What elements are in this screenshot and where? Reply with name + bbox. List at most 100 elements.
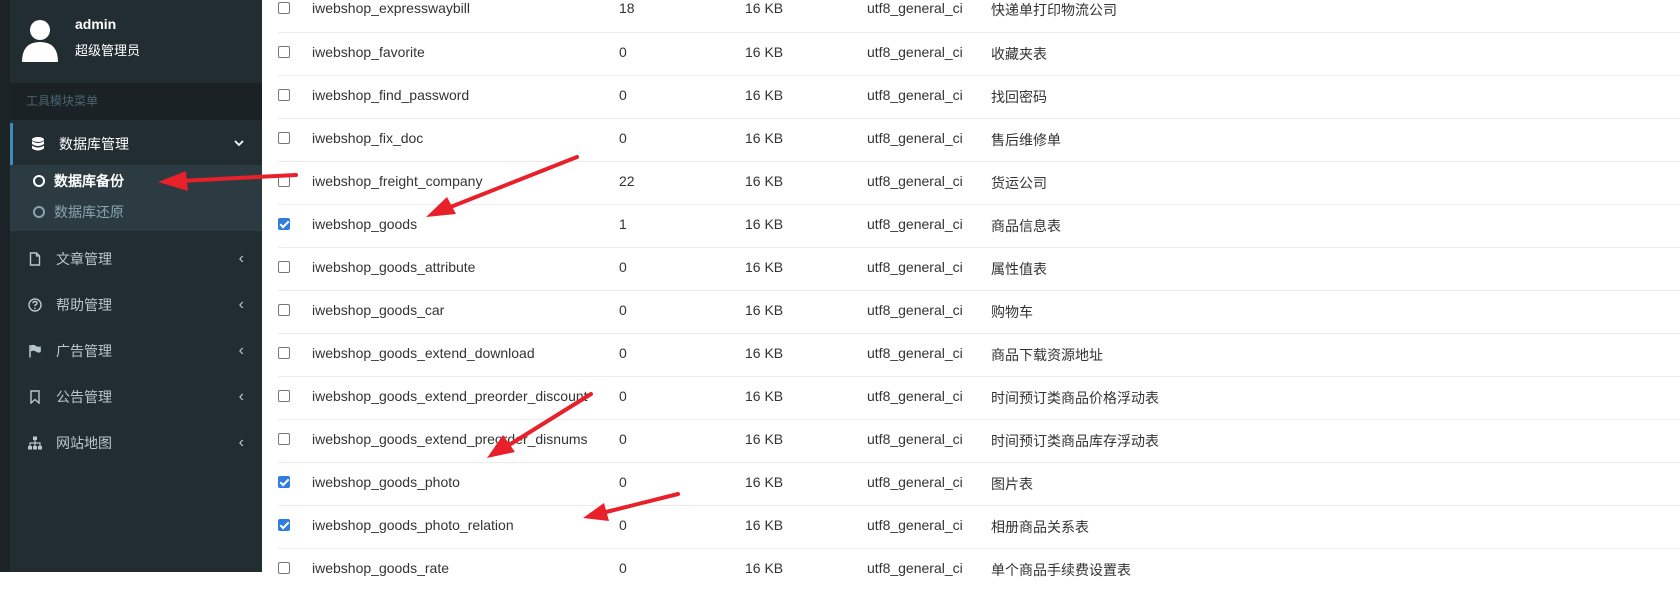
row-checkbox[interactable] (278, 132, 290, 144)
table-row: iwebshop_goods_extend_download 0 16 KB utf8… (278, 333, 1680, 374)
comment-cell: 商品信息表 (991, 218, 1061, 234)
table-size-cell: 16 KB (745, 302, 784, 318)
row-checkbox[interactable] (278, 304, 290, 316)
table-name-cell: iwebshop_expresswaybill (312, 0, 470, 16)
row-checkbox[interactable] (278, 390, 290, 402)
comment-cell: 相册商品关系表 (991, 519, 1089, 535)
collation-cell: utf8_general_ci (867, 302, 963, 318)
submenu-label: 数据库还原 (54, 204, 124, 220)
table-size-cell: 16 KB (745, 345, 784, 361)
row-count-cell: 1 (619, 216, 627, 232)
user-role: 超级管理员 (75, 43, 141, 58)
table-size-cell: 16 KB (745, 560, 784, 576)
table-row: iwebshop_goods_attribute 0 16 KB utf8_gener… (278, 247, 1680, 288)
table-name-cell: iwebshop_goods_extend_download (312, 345, 535, 361)
row-count-cell: 0 (619, 259, 627, 275)
comment-cell: 收藏夹表 (991, 46, 1047, 62)
sidebar-item-label: 帮助管理 (56, 297, 112, 313)
table-name-cell: iwebshop_fix_doc (312, 130, 424, 146)
row-count-cell: 0 (619, 345, 627, 361)
table-row: iwebshop_expresswaybill 18 16 KB utf8_gener… (278, 0, 1680, 29)
table-name-cell: iwebshop_goods_photo (312, 474, 460, 490)
database-submenu: 数据库备份 数据库还原 (10, 165, 262, 231)
row-checkbox[interactable] (278, 46, 290, 58)
row-checkbox[interactable] (278, 476, 290, 488)
sidebar-item-db-restore[interactable]: 数据库还原 (10, 196, 262, 228)
collation-cell: utf8_general_ci (867, 0, 963, 16)
collation-cell: utf8_general_ci (867, 173, 963, 189)
sidebar-item-notices[interactable]: 公告管理 ‹ (10, 376, 262, 418)
table-name-cell: iwebshop_goods_attribute (312, 259, 476, 275)
table-name-cell: iwebshop_favorite (312, 44, 425, 60)
table-row: iwebshop_find_password 0 16 KB utf8_general… (278, 75, 1680, 116)
table-row: iwebshop_fix_doc 0 16 KB utf8_general_ci 售后维… (278, 118, 1680, 159)
row-checkbox[interactable] (278, 218, 290, 230)
row-checkbox[interactable] (278, 2, 290, 14)
table-name-cell: iwebshop_find_password (312, 87, 470, 103)
chevron-left-icon: ‹ (238, 250, 244, 267)
table-size-cell: 16 KB (745, 388, 784, 404)
table-size-cell: 16 KB (745, 0, 784, 16)
table-name-cell: iwebshop_goods_extend_preorder_disnums (312, 431, 588, 447)
sidebar: admin 超级管理员 工具模块菜单 数据库管理 数据库备份 数据库还原 文章管… (10, 0, 262, 572)
sidebar-item-help[interactable]: 帮助管理 ‹ (10, 284, 262, 326)
table-name-cell: iwebshop_goods (312, 216, 418, 232)
row-count-cell: 0 (619, 302, 627, 318)
comment-cell: 找回密码 (991, 89, 1047, 105)
collation-cell: utf8_general_ci (867, 431, 963, 447)
comment-cell: 购物车 (991, 304, 1033, 320)
table-row: iwebshop_goods_photo 0 16 KB utf8_general_c… (278, 462, 1680, 503)
row-checkbox[interactable] (278, 562, 290, 574)
table-name-cell: iwebshop_goods_photo_relation (312, 517, 514, 533)
row-checkbox[interactable] (278, 261, 290, 273)
sidebar-item-label: 公告管理 (56, 389, 112, 405)
flag-icon (29, 344, 41, 358)
sidebar-item-label: 网站地图 (56, 435, 112, 451)
user-name: admin (75, 16, 117, 32)
comment-cell: 货运公司 (991, 175, 1047, 191)
row-count-cell: 0 (619, 130, 627, 146)
table-row: iwebshop_goods_extend_preorder_discount 0… (278, 376, 1680, 417)
row-checkbox[interactable] (278, 175, 290, 187)
table-row: iwebshop_goods_photo_relation 0 16 KB utf8_… (278, 505, 1680, 546)
row-checkbox[interactable] (278, 433, 290, 445)
collation-cell: utf8_general_ci (867, 44, 963, 60)
row-count-cell: 0 (619, 388, 627, 404)
table-size-cell: 16 KB (745, 259, 784, 275)
table-size-cell: 16 KB (745, 431, 784, 447)
table-size-cell: 16 KB (745, 216, 784, 232)
comment-cell: 时间预订类商品价格浮动表 (991, 390, 1159, 406)
table-size-cell: 16 KB (745, 517, 784, 533)
sidebar-item-ads[interactable]: 广告管理 ‹ (10, 330, 262, 372)
submenu-label: 数据库备份 (54, 173, 124, 189)
row-checkbox[interactable] (278, 519, 290, 531)
chevron-left-icon: ‹ (238, 296, 244, 313)
table-size-cell: 16 KB (745, 130, 784, 146)
user-avatar-icon (22, 20, 58, 62)
row-checkbox[interactable] (278, 89, 290, 101)
comment-cell: 时间预订类商品库存浮动表 (991, 433, 1159, 449)
row-count-cell: 0 (619, 431, 627, 447)
row-count-cell: 0 (619, 560, 627, 576)
chevron-left-icon: ‹ (238, 434, 244, 451)
comment-cell: 图片表 (991, 476, 1033, 492)
row-checkbox[interactable] (278, 347, 290, 359)
sidebar-item-database[interactable]: 数据库管理 (10, 123, 262, 165)
table-row: iwebshop_goods_rate 0 16 KB utf8_general_ci… (278, 548, 1680, 589)
table-size-cell: 16 KB (745, 474, 784, 490)
comment-cell: 单个商品手续费设置表 (991, 562, 1131, 578)
sidebar-item-articles[interactable]: 文章管理 ‹ (10, 238, 262, 280)
row-count-cell: 0 (619, 517, 627, 533)
sidebar-item-sitemap[interactable]: 网站地图 ‹ (10, 422, 262, 464)
sidebar-item-db-backup[interactable]: 数据库备份 (10, 165, 262, 197)
table-row: iwebshop_goods_extend_preorder_disnums 0 1… (278, 419, 1680, 460)
table-size-cell: 16 KB (745, 44, 784, 60)
table-row: iwebshop_goods_car 0 16 KB utf8_general_ci 购… (278, 290, 1680, 331)
sidebar-item-label: 数据库管理 (59, 136, 129, 152)
collation-cell: utf8_general_ci (867, 474, 963, 490)
row-count-cell: 18 (619, 0, 635, 16)
collation-cell: utf8_general_ci (867, 87, 963, 103)
row-count-cell: 0 (619, 44, 627, 60)
comment-cell: 属性值表 (991, 261, 1047, 277)
user-panel: admin 超级管理员 (10, 0, 262, 80)
